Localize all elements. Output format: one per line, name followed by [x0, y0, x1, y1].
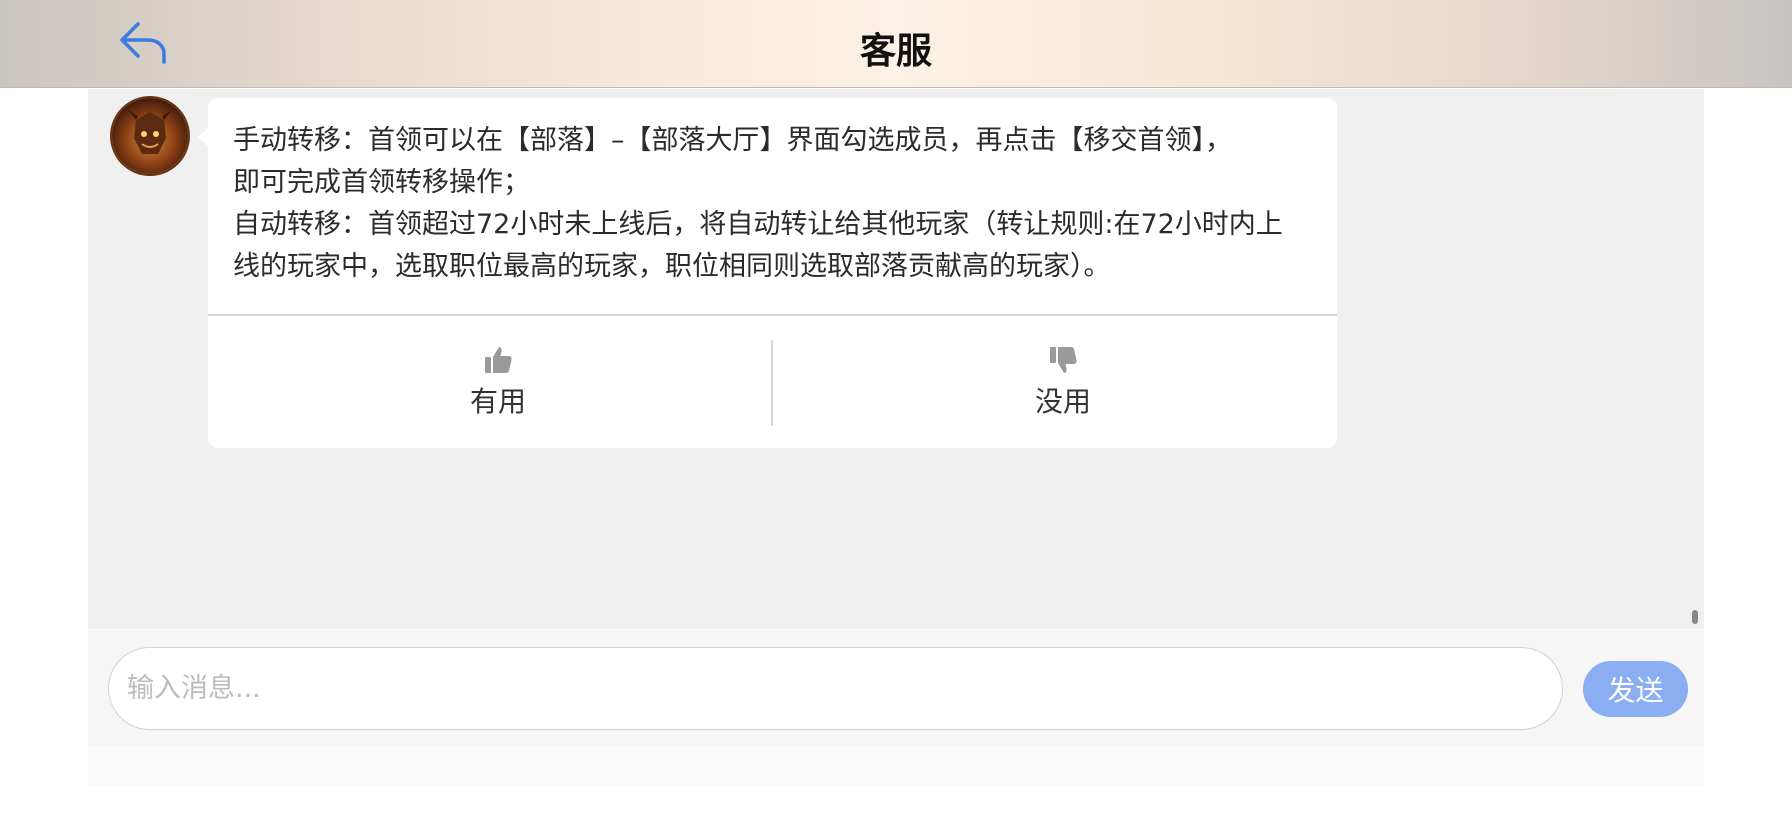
message-text: 手动转移：首领可以在【部落】–【部落大厅】界面勾选成员，再点击【移交首领】， 即… [233, 120, 1323, 288]
agent-avatar [112, 98, 188, 174]
chat-scrollbar[interactable] [1692, 610, 1698, 624]
message-input[interactable] [108, 647, 1563, 730]
feedback-divider [208, 314, 1337, 316]
thumbs-down-icon [1050, 347, 1077, 373]
useless-button[interactable]: 没用 [913, 344, 1213, 424]
feedback-separator [771, 340, 773, 426]
message-line: 线的玩家中，选取职位最高的玩家，职位相同则选取部落贡献高的玩家）。 [233, 251, 1111, 282]
message-line: 即可完成首领转移操作； [233, 167, 530, 198]
message-bubble: 手动转移：首领可以在【部落】–【部落大厅】界面勾选成员，再点击【移交首领】， 即… [198, 98, 1337, 448]
useful-button[interactable]: 有用 [348, 344, 648, 424]
useless-label: 没用 [1034, 385, 1091, 418]
thumbs-up-icon [485, 347, 512, 373]
bottom-strip [88, 746, 1704, 786]
page-title: 客服 [859, 31, 932, 72]
send-button[interactable]: 发送 [1583, 661, 1688, 717]
message-line: 自动转移：首领超过72小时未上线后，将自动转让给其他玩家（转让规则:在72小时内… [233, 209, 1283, 240]
header-bar: 客服 [0, 0, 1792, 88]
useful-label: 有用 [469, 385, 526, 418]
message-line: 手动转移：首领可以在【部落】–【部落大厅】界面勾选成员，再点击【移交首领】， [233, 125, 1232, 156]
avatar-image [128, 110, 172, 154]
